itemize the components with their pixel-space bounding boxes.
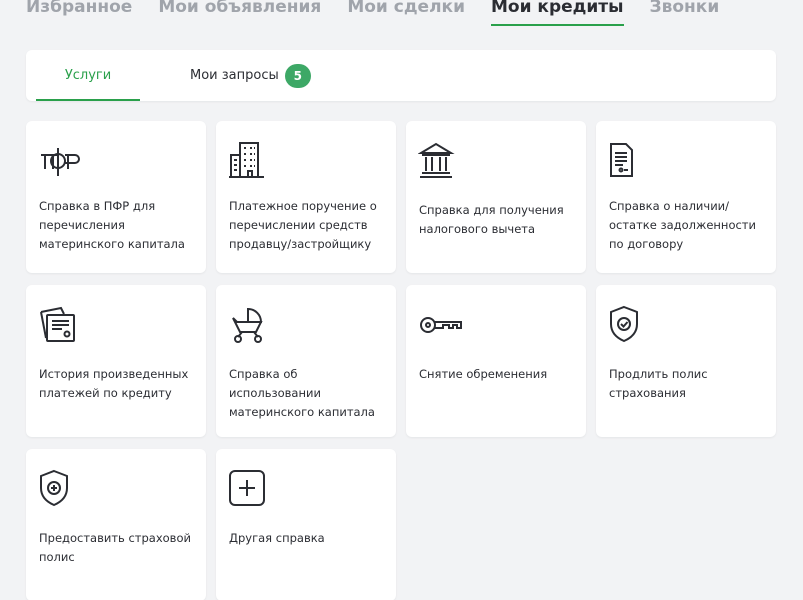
card-label: Платежное поручение о перечислении средс… bbox=[229, 199, 377, 251]
baby-stroller-icon bbox=[228, 305, 270, 345]
service-card-payment-history[interactable]: История произведенных платежей по кредит… bbox=[26, 285, 206, 437]
key-icon bbox=[418, 305, 462, 345]
shield-plus-icon bbox=[38, 469, 80, 509]
card-label: Предоставить страховой полис bbox=[39, 531, 191, 564]
nav-my-ads[interactable]: Мои объявления bbox=[158, 0, 321, 28]
service-card-debt-certificate[interactable]: Справка о наличии/ остатке задолженности… bbox=[596, 121, 776, 273]
nav-my-deals[interactable]: Мои сделки bbox=[347, 0, 465, 28]
plus-box-icon bbox=[228, 469, 270, 509]
card-label: Снятие обременения bbox=[419, 367, 548, 381]
shield-check-icon bbox=[608, 305, 650, 345]
pfr-logo-icon bbox=[38, 141, 80, 181]
card-label: Справка для получения налогового вычета bbox=[419, 203, 564, 236]
card-label: Справка в ПФР для перечисления материнск… bbox=[39, 199, 185, 251]
nav-favorites[interactable]: Избранное bbox=[26, 0, 132, 28]
service-card-extend-policy[interactable]: Продлить полис страхования bbox=[596, 285, 776, 437]
tab-services[interactable]: Услуги bbox=[36, 50, 140, 101]
nav-my-loans[interactable]: Мои кредиты bbox=[490, 0, 624, 28]
nav-calls[interactable]: Звонки bbox=[650, 0, 720, 28]
service-card-maternity-capital[interactable]: Справка об использовании материнского ка… bbox=[216, 285, 396, 437]
tab-my-requests-label: Мои запросы bbox=[190, 68, 279, 83]
service-card-other-certificate[interactable]: Другая справка bbox=[216, 449, 396, 600]
building-icon bbox=[228, 141, 270, 181]
service-card-tax-deduction[interactable]: Справка для получения налогового вычета bbox=[406, 121, 586, 273]
document-icon bbox=[608, 141, 650, 181]
card-label: Справка о наличии/ остатке задолженности… bbox=[609, 199, 756, 251]
service-card-pfr[interactable]: Справка в ПФР для перечисления материнск… bbox=[26, 121, 206, 273]
tab-my-requests[interactable]: Мои запросы 5 bbox=[190, 50, 311, 101]
card-label: Справка об использовании материнского ка… bbox=[229, 367, 375, 419]
service-card-payment-order[interactable]: Платежное поручение о перечислении средс… bbox=[216, 121, 396, 273]
card-label: Продлить полис страхования bbox=[609, 367, 708, 400]
top-navigation: Избранное Мои объявления Мои сделки Мои … bbox=[26, 0, 745, 28]
service-card-provide-policy[interactable]: Предоставить страховой полис bbox=[26, 449, 206, 600]
card-label: История произведенных платежей по кредит… bbox=[39, 367, 189, 400]
payment-history-icon bbox=[38, 305, 80, 345]
sub-tabs-card: Услуги Мои запросы 5 bbox=[26, 50, 776, 101]
requests-count-badge: 5 bbox=[284, 63, 311, 88]
bank-icon bbox=[418, 141, 460, 181]
service-card-lien-removal[interactable]: Снятие обременения bbox=[406, 285, 586, 437]
card-label: Другая справка bbox=[229, 531, 325, 545]
